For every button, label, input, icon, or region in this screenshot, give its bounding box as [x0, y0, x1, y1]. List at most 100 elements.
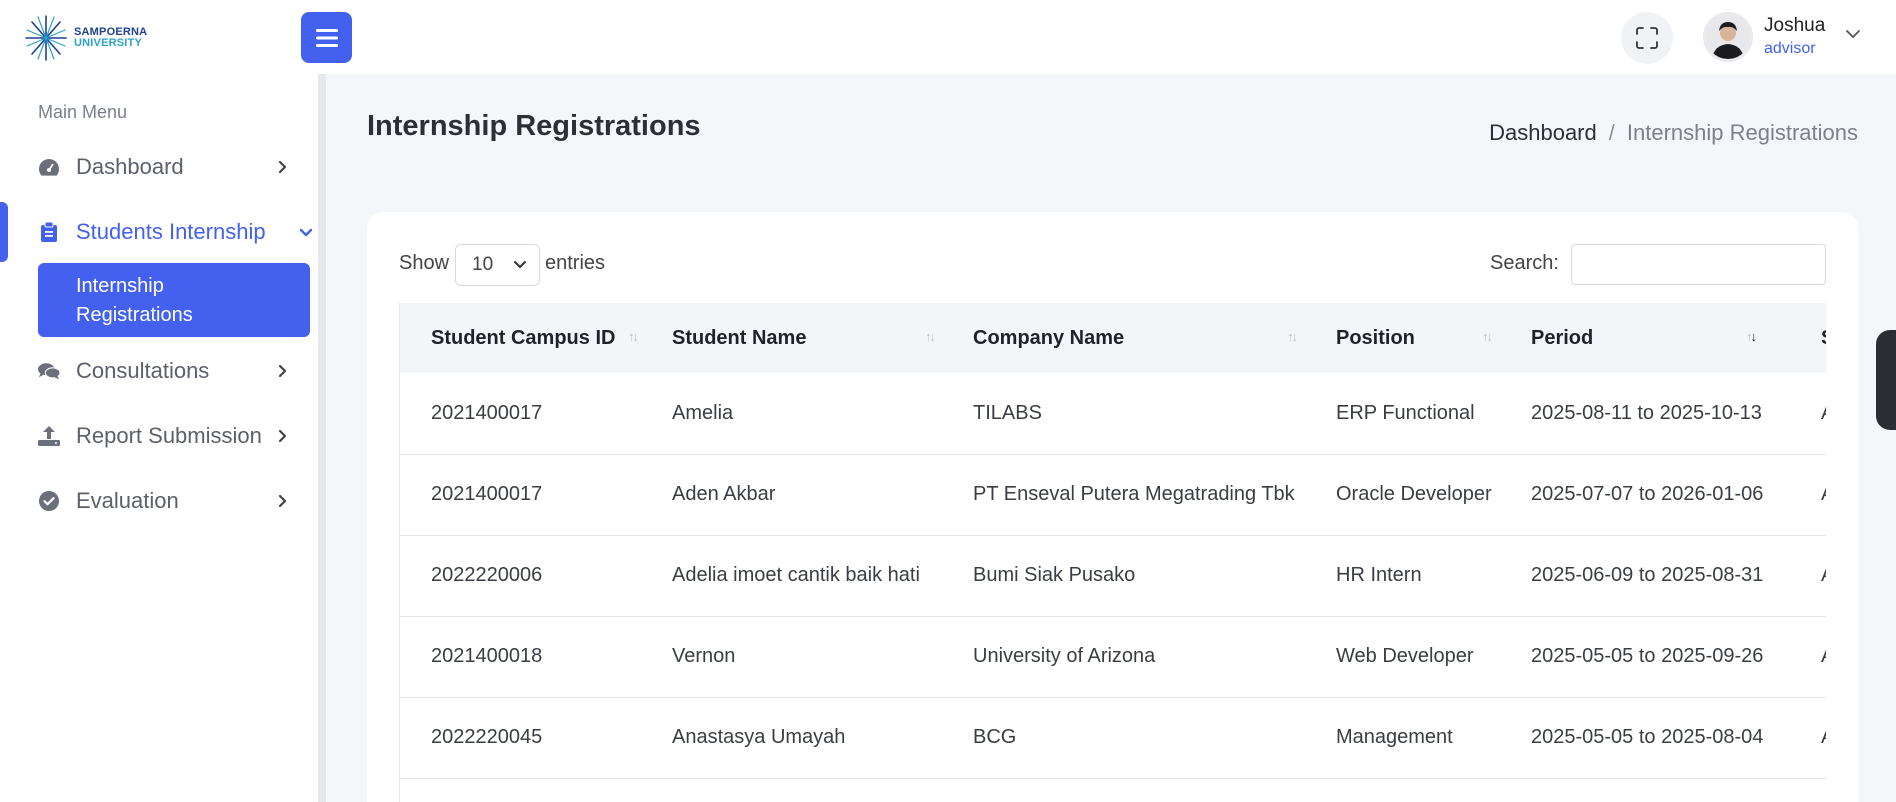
check-circle-icon	[38, 490, 60, 512]
sidebar-toggle-button[interactable]	[301, 12, 352, 63]
column-header-position[interactable]: Position ↑↓	[1305, 303, 1500, 373]
column-header-status[interactable]: S	[1790, 303, 1826, 373]
breadcrumb-home-link[interactable]: Dashboard	[1489, 120, 1597, 146]
table-row[interactable]: 2021400017 Aden Akbar PT Enseval Putera …	[400, 454, 1826, 536]
cell-position: Oracle Developer	[1305, 454, 1500, 536]
sidebar-subitem-internship-registrations[interactable]: Internship Registrations	[38, 263, 310, 337]
sidebar-item-label: Report Submission	[76, 423, 262, 448]
cell-period: 2025-08-11 to 2025-10-13	[1500, 373, 1790, 455]
cell-company-name: Bumi Siak Pusako	[942, 535, 1305, 617]
sort-descending-icon: ↑↓	[1746, 329, 1757, 344]
page-size-select[interactable]: 10	[455, 244, 540, 286]
cell-status: A	[1790, 454, 1826, 536]
top-header: SAMPOERNA UNIVERSITY Joshua advisor	[0, 0, 1896, 74]
fullscreen-icon	[1636, 27, 1658, 49]
cell-company-name: PT Enseval Putera Megatrading Tbk	[942, 454, 1305, 536]
chevron-right-icon	[278, 429, 287, 443]
column-header-label: Period	[1531, 326, 1594, 349]
cell-company-name: TILABS	[942, 373, 1305, 455]
chat-icon	[38, 360, 60, 382]
logo-wordmark: SAMPOERNA UNIVERSITY	[74, 27, 147, 49]
sidebar-item-report-submission[interactable]: Report Submission	[0, 414, 318, 458]
sort-icon: ↑↓	[1482, 329, 1493, 344]
cell-company-name: BCG	[942, 697, 1305, 779]
upload-icon	[38, 425, 60, 447]
cell-student-name: Aden Akbar	[641, 454, 942, 536]
clipboard-icon	[38, 221, 60, 243]
avatar-image	[1706, 15, 1750, 59]
sidebar-item-label: Dashboard	[76, 154, 184, 179]
table-row[interactable]: 2022220045 Anastasya Umayah BCG Manageme…	[400, 697, 1826, 779]
column-header-company-name[interactable]: Company Name ↑↓	[942, 303, 1305, 373]
cell-period: 2025-07-07 to 2026-01-06	[1500, 454, 1790, 536]
sidebar-item-students-internship[interactable]: Students Internship	[0, 210, 318, 254]
sort-icon: ↑↓	[1287, 329, 1298, 344]
cell-student-campus-id: 2021400018	[400, 616, 641, 698]
show-label: Show	[399, 252, 450, 274]
table-header-row: Student Campus ID ↑↓ Student Name ↑↓ Compa…	[400, 303, 1826, 373]
search-input[interactable]	[1571, 244, 1826, 285]
page-size-value: 10	[472, 254, 494, 275]
column-header-student-campus-id[interactable]: Student Campus ID ↑↓	[400, 303, 641, 373]
cell-student-name: Amelia	[641, 373, 942, 455]
sidebar-item-consultations[interactable]: Consultations	[0, 349, 318, 393]
sidebar-item-label: Evaluation	[76, 488, 179, 513]
cell-position: ERP Functional	[1305, 373, 1500, 455]
table-row[interactable]: 2021400018 Vernon University of Arizona …	[400, 616, 1826, 698]
cell-status: A	[1790, 616, 1826, 698]
user-role: advisor	[1764, 40, 1816, 57]
cell-status: A	[1790, 535, 1826, 617]
cell-period: 2025-05-05 to 2025-09-26	[1500, 616, 1790, 698]
cell-student-campus-id: 2021400017	[400, 373, 641, 455]
chevron-right-icon	[278, 364, 287, 378]
column-header-label: S	[1821, 327, 1826, 349]
column-header-label: Student Name	[672, 326, 807, 349]
column-header-period[interactable]: Period ↑↓	[1500, 303, 1790, 373]
logo-line-2: UNIVERSITY	[74, 37, 143, 49]
user-avatar[interactable]	[1703, 12, 1753, 62]
hamburger-icon	[315, 28, 338, 47]
fullscreen-button[interactable]	[1621, 12, 1673, 64]
breadcrumb-separator: /	[1608, 120, 1615, 145]
sort-icon: ↑↓	[925, 329, 936, 344]
cell-status: A	[1790, 373, 1826, 455]
settings-side-tab[interactable]	[1876, 330, 1896, 430]
sidebar-item-evaluation[interactable]: Evaluation	[0, 479, 318, 523]
sort-icon: ↑↓	[628, 329, 639, 344]
chevron-down-icon	[299, 228, 313, 236]
gauge-icon	[38, 156, 60, 178]
breadcrumb: Dashboard / Internship Registrations	[1489, 120, 1858, 146]
sidebar-scrollbar[interactable]	[318, 74, 326, 802]
registrations-table: Student Campus ID ↑↓ Student Name ↑↓ Compa…	[399, 303, 1826, 802]
column-header-label: Position	[1336, 326, 1415, 349]
chevron-down-icon	[514, 261, 526, 268]
user-name[interactable]: Joshua	[1764, 15, 1825, 37]
cell-company-name: University of Arizona	[942, 616, 1305, 698]
cell-student-name: Adelia imoet cantik baik hati	[641, 535, 942, 617]
cell-student-name: Vernon	[641, 616, 942, 698]
chevron-down-icon[interactable]	[1846, 30, 1860, 39]
column-header-label: Student Campus ID	[431, 326, 616, 349]
sidebar-item-label: Students Internship	[76, 219, 266, 244]
search-label: Search:	[1490, 252, 1559, 274]
entries-label: entries	[545, 252, 606, 274]
sidebar-item-label: Consultations	[76, 358, 210, 383]
table-row[interactable]: 2021400017 Amelia TILABS ERP Functional …	[400, 373, 1826, 455]
cell-student-campus-id: 2022220045	[400, 697, 641, 779]
breadcrumb-current: Internship Registrations	[1626, 120, 1858, 145]
page-title: Internship Registrations	[367, 110, 701, 142]
sunburst-logo-icon	[25, 15, 67, 61]
cell-student-campus-id: 2022220006	[400, 535, 641, 617]
chevron-right-icon	[278, 494, 287, 508]
cell-student-name: Anastasya Umayah	[641, 697, 942, 779]
sidebar-item-dashboard[interactable]: Dashboard	[0, 145, 318, 189]
cell-period: 2025-06-09 to 2025-08-31	[1500, 535, 1790, 617]
sidebar-heading: Main Menu	[38, 102, 128, 122]
column-header-student-name[interactable]: Student Name ↑↓	[641, 303, 942, 373]
table-row[interactable]: 2022220006 Adelia imoet cantik baik hati…	[400, 535, 1826, 617]
cell-status: A	[1790, 697, 1826, 779]
cell-position: Management	[1305, 697, 1500, 779]
chevron-right-icon	[278, 160, 287, 174]
column-header-label: Company Name	[973, 326, 1125, 349]
university-logo[interactable]: SAMPOERNA UNIVERSITY	[24, 14, 147, 62]
